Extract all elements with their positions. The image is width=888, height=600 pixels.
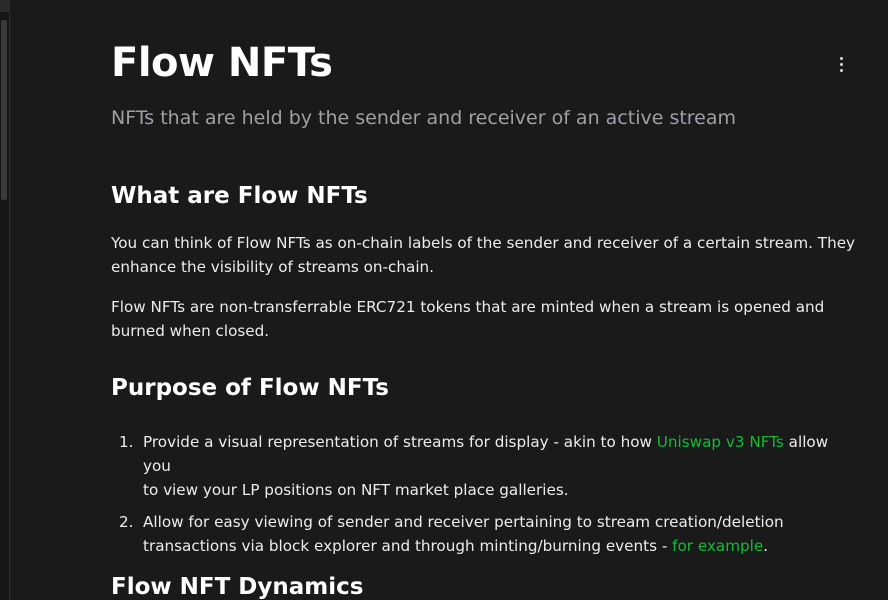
list-item-text: Allow for easy viewing of sender and rec… [143,513,784,531]
list-item: 1. Provide a visual representation of st… [111,430,856,502]
paragraph-what-2: Flow NFTs are non-transferrable ERC721 t… [111,295,856,343]
paragraph-what-2-line-1: Flow NFTs are non-transferrable ERC721 t… [111,298,825,316]
more-options-button[interactable] [832,53,850,75]
kebab-vertical-icon [839,56,843,72]
list-item-text: Provide a visual representation of strea… [143,433,657,451]
sidebar-scrollbar[interactable] [1,20,7,200]
paragraph-what-1-line-2: enhance the visibility of streams on-cha… [111,258,434,276]
heading-flow-nft-dynamics: Flow NFT Dynamics [111,574,364,600]
sidebar-corner [0,0,9,12]
page-title: Flow NFTs [111,40,333,86]
paragraph-what-2-line-2: burned when closed. [111,322,270,340]
list-item-text: transactions via block explorer and thro… [143,537,673,555]
purpose-list: 1. Provide a visual representation of st… [111,430,856,566]
uniswap-v3-nfts-link[interactable]: Uniswap v3 NFTs [657,433,784,451]
heading-purpose-of-flow-nfts: Purpose of Flow NFTs [111,375,389,401]
left-sidebar-edge [0,0,10,600]
list-item-number: 1. [119,433,134,451]
paragraph-what-1-line-1: You can think of Flow NFTs as on-chain l… [111,234,856,252]
doc-page: Flow NFTs NFTs that are held by the send… [111,0,856,600]
list-item-number: 2. [119,513,134,531]
list-item-text: to view your LP positions on NFT market … [143,481,569,499]
heading-what-are-flow-nfts: What are Flow NFTs [111,183,368,209]
paragraph-what-1: You can think of Flow NFTs as on-chain l… [111,231,856,279]
page-subtitle: NFTs that are held by the sender and rec… [111,107,737,129]
list-item-text: . [763,537,769,555]
list-item: 2. Allow for easy viewing of sender and … [111,510,856,558]
for-example-link[interactable]: for example [672,537,763,555]
